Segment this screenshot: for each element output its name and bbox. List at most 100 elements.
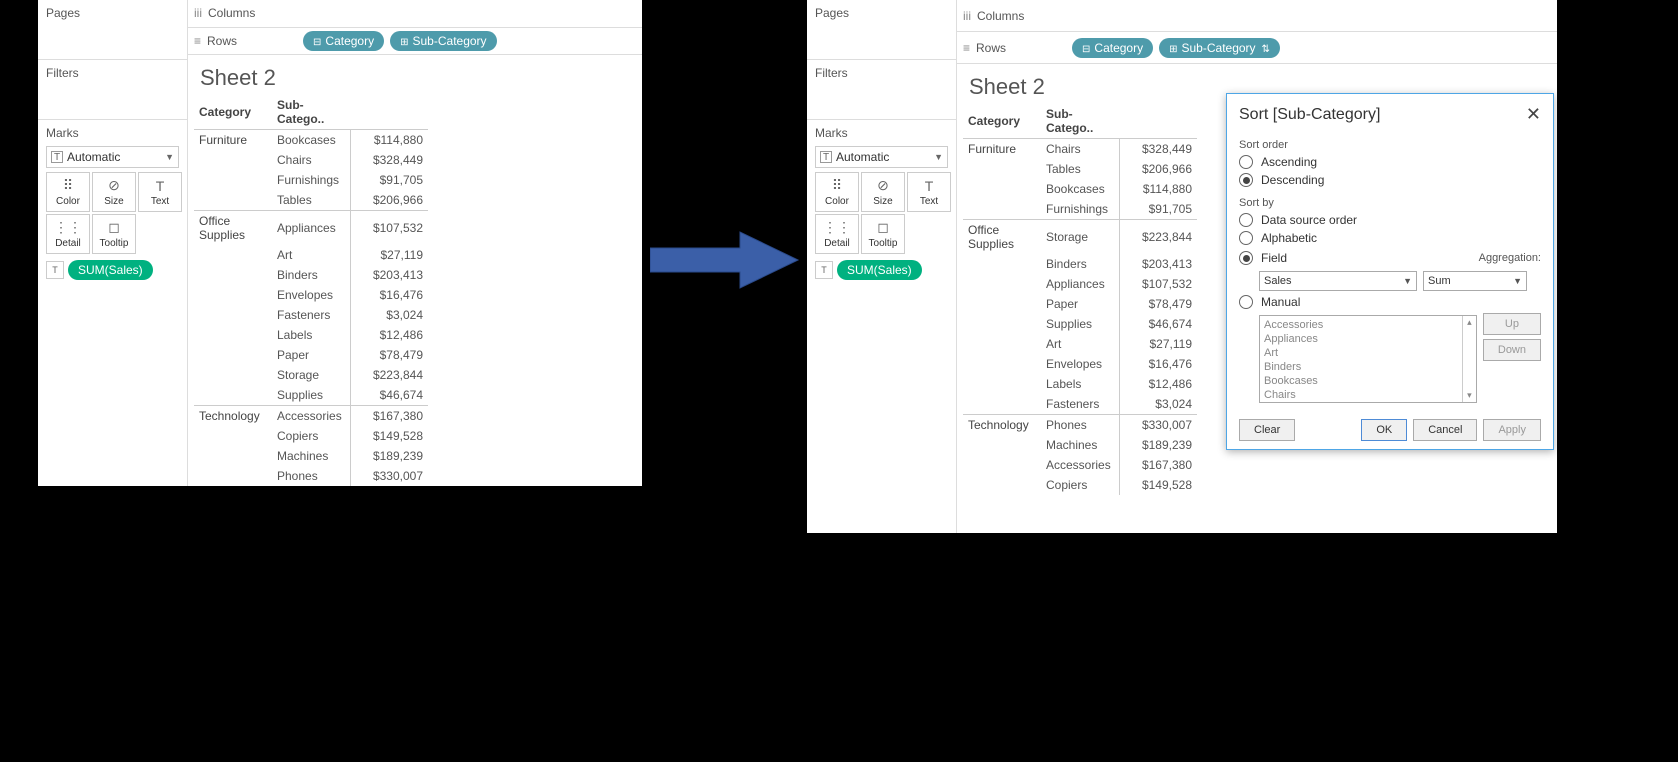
manual-item[interactable]: Appliances — [1264, 332, 1458, 346]
subcategory-cell[interactable]: Furnishings — [1041, 199, 1119, 220]
category-cell[interactable] — [194, 365, 272, 385]
subcategory-cell[interactable]: Fasteners — [1041, 394, 1119, 415]
tooltip-button[interactable]: ◻Tooltip — [861, 214, 905, 254]
pages-shelf[interactable]: Pages — [38, 0, 187, 60]
manual-item[interactable]: Binders — [1264, 360, 1458, 374]
close-icon[interactable]: ✕ — [1526, 104, 1541, 125]
category-cell[interactable] — [963, 475, 1041, 495]
category-cell[interactable] — [194, 190, 272, 211]
header-subcategory[interactable]: Sub-Catego.. — [272, 95, 350, 130]
category-cell[interactable] — [194, 170, 272, 190]
value-cell[interactable]: $223,844 — [350, 365, 428, 385]
value-cell[interactable]: $223,844 — [1119, 220, 1197, 255]
subcategory-cell[interactable]: Copiers — [1041, 475, 1119, 495]
category-cell[interactable]: Office Supplies — [963, 220, 1041, 255]
subcategory-cell[interactable]: Binders — [1041, 254, 1119, 274]
detail-button[interactable]: ⋮⋮Detail — [815, 214, 859, 254]
value-cell[interactable]: $46,674 — [350, 385, 428, 406]
value-cell[interactable]: $206,966 — [350, 190, 428, 211]
subcategory-cell[interactable]: Envelopes — [272, 285, 350, 305]
value-cell[interactable]: $149,528 — [1119, 475, 1197, 495]
color-button[interactable]: ⠿Color — [46, 172, 90, 212]
value-cell[interactable]: $78,479 — [350, 345, 428, 365]
text-button[interactable]: TText — [907, 172, 951, 212]
value-cell[interactable]: $107,532 — [1119, 274, 1197, 294]
category-cell[interactable] — [194, 285, 272, 305]
filters-shelf[interactable]: Filters — [38, 60, 187, 120]
value-cell[interactable]: $3,024 — [350, 305, 428, 325]
text-mark-indicator-icon[interactable]: T — [46, 261, 64, 279]
text-button[interactable]: TText — [138, 172, 182, 212]
value-cell[interactable]: $91,705 — [350, 170, 428, 190]
subcategory-cell[interactable]: Phones — [272, 466, 350, 486]
mark-type-dropdown[interactable]: T Automatic ▼ — [46, 146, 179, 168]
filters-shelf[interactable]: Filters — [807, 60, 956, 120]
apply-button[interactable]: Apply — [1483, 419, 1541, 441]
category-cell[interactable]: Furniture — [194, 130, 272, 151]
cancel-button[interactable]: Cancel — [1413, 419, 1477, 441]
subcategory-cell[interactable]: Bookcases — [1041, 179, 1119, 199]
category-cell[interactable]: Furniture — [963, 139, 1041, 160]
value-cell[interactable]: $12,486 — [350, 325, 428, 345]
subcategory-cell[interactable]: Chairs — [272, 150, 350, 170]
rows-shelf[interactable]: ≡ Rows ⊟Category ⊞Sub-Category — [188, 28, 642, 56]
subcategory-cell[interactable]: Accessories — [1041, 455, 1119, 475]
pages-shelf[interactable]: Pages — [807, 0, 956, 60]
category-cell[interactable] — [194, 150, 272, 170]
subcategory-cell[interactable]: Supplies — [272, 385, 350, 406]
value-cell[interactable]: $16,476 — [350, 285, 428, 305]
value-cell[interactable]: $203,413 — [1119, 254, 1197, 274]
value-cell[interactable]: $114,880 — [1119, 179, 1197, 199]
subcategory-cell[interactable]: Phones — [1041, 415, 1119, 436]
category-cell[interactable] — [963, 374, 1041, 394]
category-cell[interactable] — [963, 394, 1041, 415]
subcategory-pill-sorted[interactable]: ⊞Sub-Category⇅ — [1159, 38, 1280, 58]
subcategory-cell[interactable]: Tables — [1041, 159, 1119, 179]
sum-sales-pill[interactable]: SUM(Sales) — [837, 260, 922, 280]
value-cell[interactable]: $189,239 — [1119, 435, 1197, 455]
sum-sales-pill[interactable]: SUM(Sales) — [68, 260, 153, 280]
ok-button[interactable]: OK — [1361, 419, 1407, 441]
size-button[interactable]: ⊘Size — [861, 172, 905, 212]
alphabetic-radio[interactable]: Alphabetic — [1239, 231, 1541, 245]
manual-radio[interactable]: Manual — [1239, 295, 1541, 309]
ascending-radio[interactable]: Ascending — [1239, 155, 1541, 169]
value-cell[interactable]: $189,239 — [350, 446, 428, 466]
category-cell[interactable] — [963, 314, 1041, 334]
value-cell[interactable]: $12,486 — [1119, 374, 1197, 394]
value-cell[interactable]: $328,449 — [1119, 139, 1197, 160]
category-cell[interactable] — [963, 334, 1041, 354]
category-cell[interactable] — [194, 265, 272, 285]
value-cell[interactable]: $3,024 — [1119, 394, 1197, 415]
columns-shelf[interactable]: iii Columns — [957, 0, 1557, 32]
subcategory-cell[interactable]: Labels — [1041, 374, 1119, 394]
value-cell[interactable]: $167,380 — [350, 406, 428, 427]
value-cell[interactable]: $78,479 — [1119, 294, 1197, 314]
category-cell[interactable] — [194, 466, 272, 486]
subcategory-cell[interactable]: Envelopes — [1041, 354, 1119, 374]
header-category[interactable]: Category — [963, 104, 1041, 139]
subcategory-cell[interactable]: Binders — [272, 265, 350, 285]
tooltip-button[interactable]: ◻Tooltip — [92, 214, 136, 254]
category-cell[interactable]: Office Supplies — [194, 211, 272, 246]
subcategory-cell[interactable]: Storage — [272, 365, 350, 385]
subcategory-cell[interactable]: Machines — [272, 446, 350, 466]
detail-button[interactable]: ⋮⋮Detail — [46, 214, 90, 254]
subcategory-cell[interactable]: Paper — [1041, 294, 1119, 314]
value-cell[interactable]: $203,413 — [350, 265, 428, 285]
subcategory-cell[interactable]: Supplies — [1041, 314, 1119, 334]
category-cell[interactable] — [963, 199, 1041, 220]
field-radio[interactable]: Field — [1239, 251, 1287, 265]
subcategory-cell[interactable]: Copiers — [272, 426, 350, 446]
value-cell[interactable]: $330,007 — [1119, 415, 1197, 436]
category-cell[interactable]: Technology — [194, 406, 272, 427]
subcategory-cell[interactable]: Labels — [272, 325, 350, 345]
manual-item[interactable]: Bookcases — [1264, 374, 1458, 388]
manual-item[interactable]: Art — [1264, 346, 1458, 360]
category-cell[interactable] — [194, 446, 272, 466]
category-cell[interactable] — [963, 179, 1041, 199]
down-button[interactable]: Down — [1483, 339, 1541, 361]
header-subcategory[interactable]: Sub-Catego.. — [1041, 104, 1119, 139]
value-cell[interactable]: $206,966 — [1119, 159, 1197, 179]
descending-radio[interactable]: Descending — [1239, 173, 1541, 187]
